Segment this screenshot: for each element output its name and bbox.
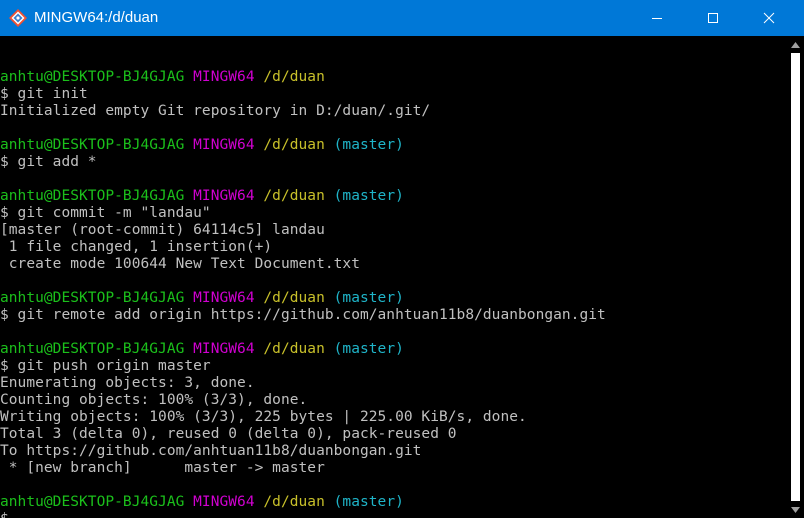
prompt-user-host: anhtu@DESKTOP-BJ4GJAG	[0, 290, 185, 306]
output-line: Total 3 (delta 0), reused 0 (delta 0), p…	[0, 426, 457, 442]
prompt-user-host: anhtu@DESKTOP-BJ4GJAG	[0, 188, 185, 204]
prompt-line: anhtu@DESKTOP-BJ4GJAG MINGW64 /d/duan (m…	[0, 137, 606, 154]
prompt-system: MINGW64	[193, 188, 255, 204]
maximize-button[interactable]	[690, 0, 736, 36]
command-line: $ git add *	[0, 154, 97, 170]
command-line: $ git remote add origin https://github.c…	[0, 307, 606, 323]
command-line: $ git push origin master	[0, 358, 211, 374]
output-line: [master (root-commit) 64114c5] landau	[0, 222, 325, 238]
output-line: To https://github.com/anhtuan11b8/duanbo…	[0, 443, 422, 459]
prompt-path: /d/duan	[263, 341, 325, 357]
close-icon	[763, 12, 775, 24]
prompt-user-host: anhtu@DESKTOP-BJ4GJAG	[0, 137, 185, 153]
prompt-system: MINGW64	[193, 341, 255, 357]
output-line: 1 file changed, 1 insertion(+)	[0, 239, 273, 255]
prompt-line: anhtu@DESKTOP-BJ4GJAG MINGW64 /d/duan (m…	[0, 188, 606, 205]
prompt-system: MINGW64	[193, 69, 255, 85]
chevron-down-icon	[791, 506, 800, 513]
prompt-system: MINGW64	[193, 494, 255, 510]
prompt-system: MINGW64	[193, 137, 255, 153]
output-line: Initialized empty Git repository in D:/d…	[0, 103, 431, 119]
terminal-window: MINGW64:/d/duan anhtu@DESKTOP-BJ4GJAG MI…	[0, 0, 804, 518]
prompt-path: /d/duan	[263, 69, 325, 85]
title-bar[interactable]: MINGW64:/d/duan	[0, 0, 804, 36]
scroll-up-button[interactable]	[787, 36, 804, 53]
prompt-path: /d/duan	[263, 137, 325, 153]
minimize-button[interactable]	[634, 0, 680, 36]
prompt-branch: (master)	[333, 290, 404, 306]
chevron-up-icon	[791, 41, 800, 48]
command-line: $ git init	[0, 86, 88, 102]
prompt-path: /d/duan	[263, 494, 325, 510]
prompt-branch: (master)	[333, 188, 404, 204]
vertical-scrollbar[interactable]	[787, 36, 804, 518]
prompt-path: /d/duan	[263, 290, 325, 306]
prompt-path: /d/duan	[263, 188, 325, 204]
prompt-line: anhtu@DESKTOP-BJ4GJAG MINGW64 /d/duan (m…	[0, 494, 606, 511]
prompt-system: MINGW64	[193, 290, 255, 306]
output-line: create mode 100644 New Text Document.txt	[0, 256, 360, 272]
terminal-output[interactable]: anhtu@DESKTOP-BJ4GJAG MINGW64 /d/duan $ g…	[0, 36, 787, 518]
prompt-user-host: anhtu@DESKTOP-BJ4GJAG	[0, 494, 185, 510]
command-line: $ git commit -m "landau"	[0, 205, 211, 221]
maximize-icon	[708, 13, 718, 23]
prompt-user-host: anhtu@DESKTOP-BJ4GJAG	[0, 69, 185, 85]
prompt-branch: (master)	[333, 341, 404, 357]
scroll-down-button[interactable]	[787, 501, 804, 518]
minimize-icon	[652, 18, 662, 19]
scroll-thumb[interactable]	[791, 53, 800, 501]
window-title: MINGW64:/d/duan	[34, 9, 159, 26]
output-line: Writing objects: 100% (3/3), 225 bytes |…	[0, 409, 527, 425]
prompt-branch: (master)	[333, 494, 404, 510]
terminal-content: anhtu@DESKTOP-BJ4GJAG MINGW64 /d/duan $ g…	[0, 52, 606, 518]
output-line: * [new branch] master -> master	[0, 460, 325, 476]
prompt-line: anhtu@DESKTOP-BJ4GJAG MINGW64 /d/duan	[0, 69, 606, 86]
output-line: Counting objects: 100% (3/3), done.	[0, 392, 308, 408]
prompt-line: anhtu@DESKTOP-BJ4GJAG MINGW64 /d/duan (m…	[0, 341, 606, 358]
prompt-branch: (master)	[333, 137, 404, 153]
git-bash-icon	[9, 9, 27, 27]
output-line: Enumerating objects: 3, done.	[0, 375, 255, 391]
prompt-line: anhtu@DESKTOP-BJ4GJAG MINGW64 /d/duan (m…	[0, 290, 606, 307]
close-button[interactable]	[746, 0, 792, 36]
prompt-user-host: anhtu@DESKTOP-BJ4GJAG	[0, 341, 185, 357]
scroll-track[interactable]	[791, 53, 800, 501]
command-line: $	[0, 511, 606, 518]
